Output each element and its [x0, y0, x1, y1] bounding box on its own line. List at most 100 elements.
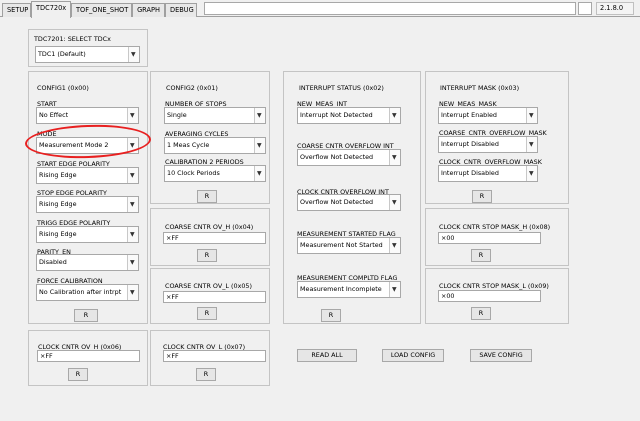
- coarse-ovl-field[interactable]: ×FF: [163, 291, 266, 303]
- stop-mask-h-field[interactable]: ×00: [438, 232, 541, 244]
- stop-mask-l-field[interactable]: ×00: [438, 290, 541, 302]
- meas-compltd-dropdown[interactable]: Measurement Incomplete ▼: [297, 281, 401, 298]
- num-stops-dropdown[interactable]: Single ▼: [164, 107, 266, 124]
- clock-of-mask-dropdown[interactable]: Interrupt Disabled ▼: [438, 165, 538, 182]
- coarse-of-mask-dropdown[interactable]: Interrupt Disabled ▼: [438, 136, 538, 153]
- cal2-periods-dropdown[interactable]: 10 Clock Periods ▼: [164, 165, 266, 182]
- coarse-ovl-read-button[interactable]: R: [197, 307, 217, 320]
- stop-mask-l-panel: CLOCK CNTR STOP MASK_L (0x09) ×00 R: [425, 268, 569, 324]
- stop-edge-dropdown[interactable]: Rising Edge ▼: [36, 196, 139, 213]
- chevron-down-icon[interactable]: ▼: [389, 195, 400, 210]
- coarse-of-int-dropdown[interactable]: Overflow Not Detected ▼: [297, 149, 401, 166]
- coarse-ovl-label: COARSE CNTR OV_L (0x05): [165, 282, 252, 290]
- force-cal-dropdown[interactable]: No Calibration after intrpt ▼: [36, 284, 139, 301]
- int-mask-panel: INTERRUPT MASK (0x03) NEW_MEAS_MASK Inte…: [425, 71, 569, 204]
- coarse-of-mask-value: Interrupt Disabled: [441, 140, 499, 148]
- stop-mask-l-read-button[interactable]: R: [471, 307, 491, 320]
- select-tdc-panel: TDC7201: SELECT TDCx TDC1 (Default) ▼: [28, 29, 148, 67]
- trigg-edge-value: Rising Edge: [39, 230, 77, 238]
- clock-ovl-field[interactable]: ×FF: [163, 350, 266, 362]
- chevron-down-icon[interactable]: ▼: [254, 166, 265, 181]
- clock-ovh-field[interactable]: ×FF: [37, 350, 140, 362]
- parity-dropdown[interactable]: Disabled ▼: [36, 254, 139, 271]
- int-status-read-button[interactable]: R: [321, 309, 341, 322]
- clock-of-int-dropdown[interactable]: Overflow Not Detected ▼: [297, 194, 401, 211]
- clock-ovh-panel: CLOCK CNTR OV_H (0x06) ×FF R: [28, 330, 148, 386]
- chevron-down-icon[interactable]: ▼: [127, 285, 138, 300]
- chevron-down-icon[interactable]: ▼: [127, 108, 138, 123]
- load-config-button[interactable]: LOAD CONFIG: [382, 349, 444, 362]
- clock-ovl-panel: CLOCK CNTR OV_L (0x07) ×FF R: [150, 330, 270, 386]
- chevron-down-icon[interactable]: ▼: [254, 138, 265, 153]
- int-mask-title: INTERRUPT MASK (0x03): [440, 84, 520, 92]
- coarse-ovh-field[interactable]: ×FF: [163, 232, 266, 244]
- config1-read-button[interactable]: R: [74, 309, 98, 322]
- new-meas-mask-value: Interrupt Enabled: [441, 111, 497, 119]
- cal2-periods-value: 10 Clock Periods: [167, 169, 220, 177]
- parity-value: Disabled: [39, 258, 67, 266]
- chevron-down-icon[interactable]: ▼: [389, 150, 400, 165]
- chevron-down-icon[interactable]: ▼: [254, 108, 265, 123]
- config2-title: CONFIG2 (0x01): [166, 84, 218, 92]
- status-indicator: [578, 2, 592, 15]
- new-meas-mask-dropdown[interactable]: Interrupt Enabled ▼: [438, 107, 538, 124]
- select-tdc-dropdown[interactable]: TDC1 (Default) ▼: [35, 46, 140, 63]
- chevron-down-icon[interactable]: ▼: [127, 255, 138, 270]
- start-dropdown[interactable]: No Effect ▼: [36, 107, 139, 124]
- read-all-button[interactable]: READ ALL: [297, 349, 357, 362]
- chevron-down-icon[interactable]: ▼: [526, 137, 537, 152]
- start-value: No Effect: [39, 111, 69, 119]
- save-config-button[interactable]: SAVE CONFIG: [470, 349, 532, 362]
- chevron-down-icon[interactable]: ▼: [127, 197, 138, 212]
- stop-mask-h-panel: CLOCK CNTR STOP MASK_H (0x08) ×00 R: [425, 208, 569, 266]
- clock-ovl-read-button[interactable]: R: [196, 368, 216, 381]
- stop-edge-value: Rising Edge: [39, 200, 77, 208]
- chevron-down-icon[interactable]: ▼: [128, 47, 139, 62]
- config2-panel: CONFIG2 (0x01) NUMBER OF STOPS Single ▼ …: [150, 71, 270, 204]
- chevron-down-icon[interactable]: ▼: [127, 227, 138, 242]
- config1-panel: CONFIG1 (0x00) START No Effect ▼ MODE Me…: [28, 71, 148, 324]
- meas-started-value: Measurement Not Started: [300, 241, 383, 249]
- coarse-ovh-label: COARSE CNTR OV_H (0x04): [165, 223, 254, 231]
- status-field: [204, 2, 576, 15]
- config2-read-button[interactable]: R: [197, 190, 217, 203]
- chevron-down-icon[interactable]: ▼: [526, 166, 537, 181]
- trigg-edge-dropdown[interactable]: Rising Edge ▼: [36, 226, 139, 243]
- int-status-title: INTERRUPT STATUS (0x02): [299, 84, 384, 92]
- stop-mask-h-label: CLOCK CNTR STOP MASK_H (0x08): [439, 223, 551, 231]
- start-edge-value: Rising Edge: [39, 171, 77, 179]
- tab-tof-one-shot[interactable]: TOF_ONE_SHOT: [71, 3, 132, 17]
- coarse-ovl-panel: COARSE CNTR OV_L (0x05) ×FF R: [150, 268, 270, 324]
- tab-setup[interactable]: SETUP: [2, 3, 31, 17]
- chevron-down-icon[interactable]: ▼: [526, 108, 537, 123]
- tab-graph[interactable]: GRAPH: [132, 3, 165, 17]
- int-status-panel: INTERRUPT STATUS (0x02) NEW_MEAS_INT Int…: [283, 71, 421, 324]
- meas-started-dropdown[interactable]: Measurement Not Started ▼: [297, 237, 401, 254]
- chevron-down-icon[interactable]: ▼: [389, 238, 400, 253]
- tab-tdc720x[interactable]: TDC720x: [31, 1, 71, 18]
- num-stops-value: Single: [167, 111, 187, 119]
- chevron-down-icon[interactable]: ▼: [389, 108, 400, 123]
- clock-of-int-value: Overflow Not Detected: [300, 198, 374, 206]
- coarse-ovh-read-button[interactable]: R: [197, 249, 217, 262]
- tab-debug[interactable]: DEBUG: [165, 3, 197, 17]
- select-tdc-value: TDC1 (Default): [38, 50, 86, 58]
- clock-ovh-read-button[interactable]: R: [68, 368, 88, 381]
- avg-cycles-dropdown[interactable]: 1 Meas Cycle ▼: [164, 137, 266, 154]
- chevron-down-icon[interactable]: ▼: [389, 282, 400, 297]
- coarse-ovh-panel: COARSE CNTR OV_H (0x04) ×FF R: [150, 208, 270, 266]
- start-edge-dropdown[interactable]: Rising Edge ▼: [36, 167, 139, 184]
- force-cal-value: No Calibration after intrpt: [39, 288, 122, 296]
- int-mask-read-button[interactable]: R: [472, 190, 492, 203]
- coarse-of-int-value: Overflow Not Detected: [300, 153, 374, 161]
- stop-mask-l-label: CLOCK CNTR STOP MASK_L (0x09): [439, 282, 549, 290]
- clock-of-mask-value: Interrupt Disabled: [441, 169, 499, 177]
- meas-compltd-value: Measurement Incomplete: [300, 285, 382, 293]
- chevron-down-icon[interactable]: ▼: [127, 168, 138, 183]
- new-meas-int-dropdown[interactable]: Interrupt Not Detected ▼: [297, 107, 401, 124]
- config1-title: CONFIG1 (0x00): [37, 84, 89, 92]
- version-label: 2.1.8.0: [596, 2, 634, 15]
- avg-cycles-value: 1 Meas Cycle: [167, 141, 210, 149]
- stop-mask-h-read-button[interactable]: R: [471, 249, 491, 262]
- select-tdc-label: TDC7201: SELECT TDCx: [34, 35, 111, 43]
